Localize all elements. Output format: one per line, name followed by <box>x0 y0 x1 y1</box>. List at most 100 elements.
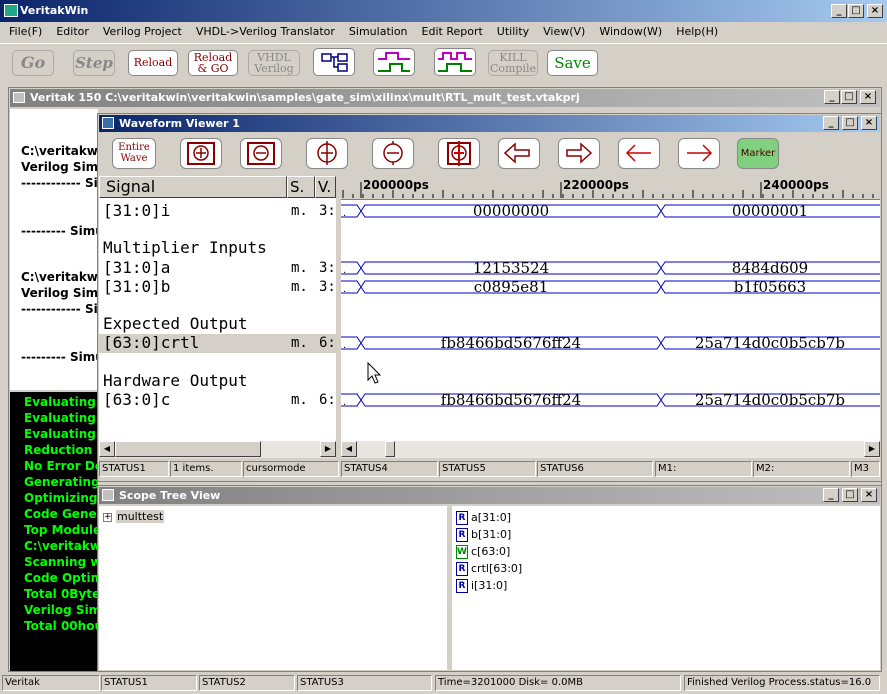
signal-name[interactable]: [31:0]b <box>103 278 170 296</box>
waveform-status-cell: cursormode <box>243 461 339 477</box>
compile-label: Compile <box>489 62 537 75</box>
signal-value: 3: <box>319 203 336 219</box>
scope-minimize-button[interactable]: _ <box>823 488 839 502</box>
wave-hscrollbar[interactable]: ◀ ▶ <box>341 441 880 458</box>
menu-item-1[interactable]: Editor <box>49 22 96 42</box>
group-label[interactable]: Hardware Output <box>103 372 248 390</box>
main-status-cell: Veritak <box>2 675 100 691</box>
scope-maximize-button[interactable]: □ <box>842 488 858 502</box>
scope-signal-item[interactable]: Ra[31:0] <box>456 509 511 526</box>
wave-value: fb8466bd5676ff24 <box>440 334 582 352</box>
waveform-maximize-button[interactable]: □ <box>842 116 858 130</box>
menu-item-6[interactable]: Utility <box>490 22 536 42</box>
maximize-button[interactable]: □ <box>848 4 864 18</box>
hierarchy-button[interactable] <box>313 48 355 76</box>
log-line: --------- Simu <box>21 224 98 238</box>
app-icon <box>4 4 18 17</box>
app-title: VeritakWin <box>20 4 89 17</box>
scroll-left-button[interactable] <box>498 138 540 169</box>
scope-window-icon <box>102 489 114 501</box>
minimize-button[interactable]: _ <box>831 4 847 18</box>
console-line: Verilog Sim <box>24 603 98 617</box>
waveform-2-button[interactable] <box>434 48 476 76</box>
project-maximize-button[interactable]: □ <box>841 90 857 104</box>
scroll-right-button[interactable] <box>558 138 600 169</box>
scope-close-button[interactable]: × <box>861 488 877 502</box>
vhdl-verilog-button[interactable]: VHDL Verilog <box>248 50 300 76</box>
zoom-cursor-out-button[interactable] <box>372 138 414 169</box>
menu-item-5[interactable]: Edit Report <box>415 22 490 42</box>
menu-item-2[interactable]: Verilog Project <box>96 22 189 42</box>
console-line: Evaluating <box>24 411 96 425</box>
timeline-label: 200000ps <box>363 178 429 192</box>
scope-title-bar: Scope Tree View _ □ × <box>99 487 880 504</box>
waveform-status-cell: STATUS5 <box>439 461 536 477</box>
signal-name[interactable]: [31:0]a <box>103 259 170 277</box>
scope-signal-label: b[31:0] <box>471 528 512 541</box>
project-minimize-button[interactable]: _ <box>824 90 840 104</box>
scope-signal-label: i[31:0] <box>471 579 508 592</box>
reload-go-label-2: & GO <box>197 62 229 75</box>
waveform-window-icon <box>102 117 114 129</box>
tree-node-multtest[interactable]: + multtest <box>103 508 165 525</box>
entire-wave-button[interactable]: Entire Wave <box>112 138 156 169</box>
zoom-cursor-in-icon <box>317 141 337 165</box>
scope-signal-item[interactable]: Wc[63:0] <box>456 543 510 560</box>
menu-item-7[interactable]: View(V) <box>536 22 592 42</box>
wave-scroll-thumb[interactable] <box>385 441 395 457</box>
next-edge-button[interactable] <box>678 138 720 169</box>
project-close-button[interactable]: × <box>860 90 876 104</box>
signal-type-icon: R <box>456 528 468 542</box>
waveform-button[interactable] <box>373 48 415 76</box>
waveform-close-button[interactable]: × <box>861 116 877 130</box>
menu-item-9[interactable]: Help(H) <box>669 22 725 42</box>
menu-item-3[interactable]: VHDL->Verilog Translator <box>189 22 342 42</box>
entire-label: Entire <box>118 142 150 153</box>
expand-icon[interactable]: + <box>103 512 112 522</box>
zoom-in-button[interactable] <box>180 138 222 169</box>
wave-scroll-left[interactable]: ◀ <box>341 441 357 457</box>
signal-name[interactable]: [63:0]crtl <box>103 334 199 352</box>
scope-tree-panel: + multtest <box>99 506 447 670</box>
wave-label: Wave <box>120 153 148 164</box>
v-column-header[interactable]: V. <box>315 176 336 198</box>
prev-edge-button[interactable] <box>618 138 660 169</box>
tree-node-label: multtest <box>116 510 165 523</box>
group-label[interactable]: Multiplier Inputs <box>103 239 267 257</box>
reload-button[interactable]: Reload <box>128 50 178 76</box>
step-button[interactable]: Step <box>73 50 115 76</box>
hierarchy-icon <box>321 53 348 72</box>
zoom-out-button[interactable] <box>240 138 282 169</box>
signal-scope: m. <box>291 335 308 351</box>
marker-button[interactable]: Marker <box>737 138 779 169</box>
project-window-icon <box>13 92 25 103</box>
signal-scroll-left[interactable]: ◀ <box>99 441 115 457</box>
waveform-minimize-button[interactable]: _ <box>823 116 839 130</box>
close-button[interactable]: × <box>867 4 883 18</box>
menu-item-0[interactable]: File(F) <box>2 22 49 42</box>
reload-go-button[interactable]: Reload & GO <box>188 50 238 76</box>
s-column-header[interactable]: S. <box>287 176 315 198</box>
console-line: Generating <box>24 475 98 489</box>
scope-signal-item[interactable]: Rb[31:0] <box>456 526 511 543</box>
signal-name[interactable]: [63:0]c <box>103 391 170 409</box>
log-line: --------- Simu <box>21 350 98 364</box>
kill-compile-button[interactable]: KILL Compile <box>488 50 538 76</box>
group-label[interactable]: Expected Output <box>103 315 248 333</box>
menu-item-4[interactable]: Simulation <box>342 22 415 42</box>
cursor-center-button[interactable] <box>438 138 480 169</box>
scope-signal-item[interactable]: Ri[31:0] <box>456 577 507 594</box>
scope-signal-item[interactable]: Rcrtl[63:0] <box>456 560 522 577</box>
signal-name[interactable]: [31:0]i <box>103 202 170 220</box>
wave-scroll-right[interactable]: ▶ <box>864 441 880 457</box>
waveform-status-cell: STATUS6 <box>537 461 653 477</box>
go-button[interactable]: Go <box>12 50 54 76</box>
signal-hscrollbar[interactable]: ◀ ▶ <box>99 441 336 458</box>
save-button[interactable]: Save <box>547 50 598 76</box>
signal-column-header[interactable]: Signal <box>99 176 287 198</box>
signal-scroll-thumb[interactable] <box>115 441 261 457</box>
menu-item-8[interactable]: Window(W) <box>592 22 669 42</box>
signal-scroll-right[interactable]: ▶ <box>320 441 336 457</box>
zoom-cursor-in-button[interactable] <box>306 138 348 169</box>
console-line: Evaluating <box>24 395 96 409</box>
